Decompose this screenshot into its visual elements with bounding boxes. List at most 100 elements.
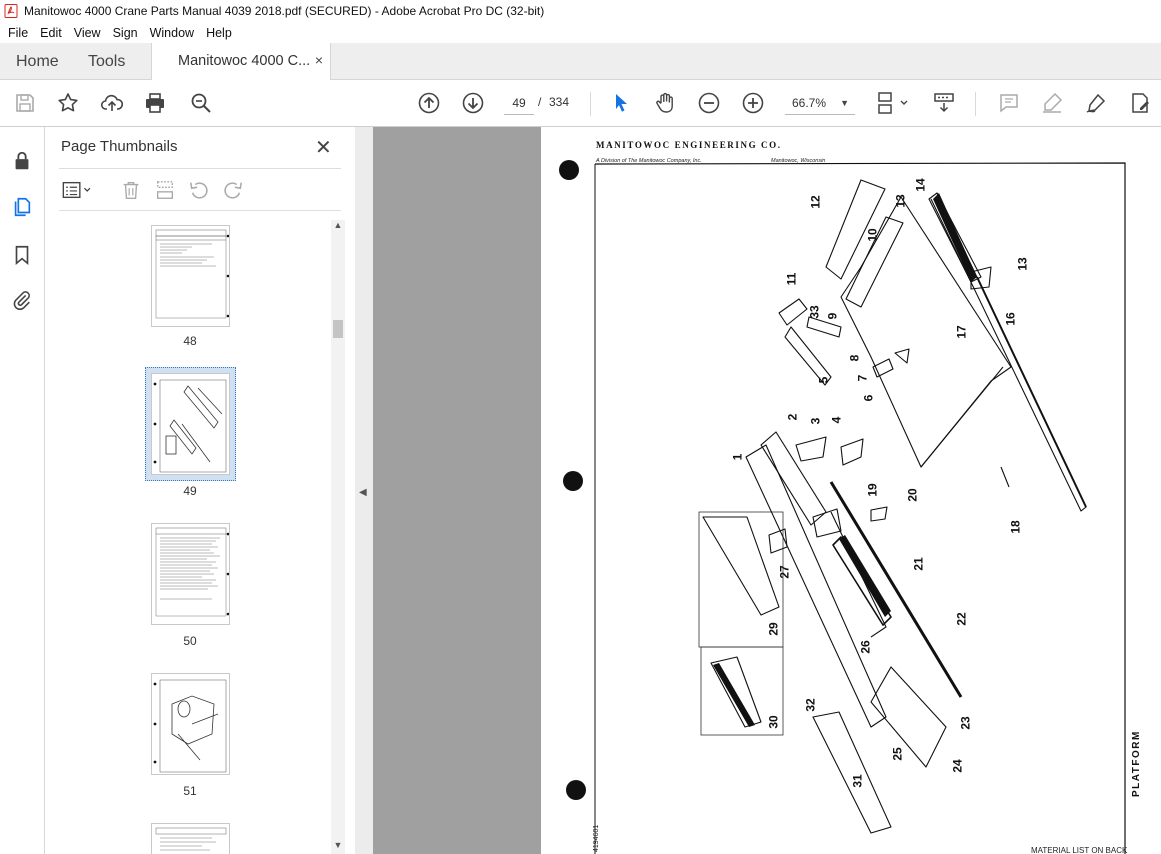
comment-icon[interactable]: [996, 90, 1022, 116]
callout-label: 33: [807, 305, 822, 319]
search-icon[interactable]: [188, 90, 214, 116]
callout-label: 23: [958, 716, 973, 730]
menu-sign[interactable]: Sign: [107, 26, 144, 40]
tab-document[interactable]: Manitowoc 4000 C... ×: [151, 43, 331, 81]
title-bar: Manitowoc 4000 Crane Parts Manual 4039 2…: [0, 0, 1161, 22]
document-viewer[interactable]: ◀ MANITOWOC ENGINEERING CO. A Division o…: [355, 127, 1161, 854]
rotate-right-icon[interactable]: [221, 178, 245, 202]
zoom-value: 66.7%: [792, 96, 827, 110]
thumbnail-label-50: 50: [183, 634, 197, 648]
menu-file[interactable]: File: [2, 26, 34, 40]
acrobat-app-icon: [4, 4, 18, 18]
platform-drawing-preview: [153, 379, 227, 473]
callout-label: 11: [784, 272, 799, 286]
callout-label: 25: [890, 747, 905, 761]
scroll-mode-icon[interactable]: [931, 90, 957, 116]
callout-label: 14: [913, 178, 928, 192]
page-separator: /: [538, 95, 542, 109]
panel-title: Page Thumbnails: [61, 138, 178, 155]
callout-label: 12: [808, 195, 823, 209]
scroll-down-icon[interactable]: ▼: [331, 840, 345, 854]
thumbnail-label-51: 51: [183, 784, 197, 798]
arrow-up-circle-icon[interactable]: [416, 90, 442, 116]
callout-label: 4: [829, 416, 844, 424]
thumbnail-page-52[interactable]: [151, 823, 230, 854]
save-icon[interactable]: [12, 90, 38, 116]
menu-help[interactable]: Help: [200, 26, 238, 40]
upload-icon[interactable]: [99, 90, 125, 116]
edit-pdf-icon[interactable]: [1127, 90, 1153, 116]
callout-label: 22: [954, 612, 969, 626]
star-icon[interactable]: [55, 90, 81, 116]
page-display-icon[interactable]: [875, 90, 911, 116]
chevron-down-icon: ▼: [840, 98, 849, 108]
tab-home[interactable]: Home: [16, 43, 59, 80]
callout-label: 8: [847, 354, 862, 362]
callout-label: 20: [905, 488, 920, 502]
parts-list-preview: [155, 229, 230, 319]
menu-window[interactable]: Window: [144, 26, 200, 40]
arrow-down-circle-icon[interactable]: [460, 90, 486, 116]
page-thumbnails-icon[interactable]: [10, 195, 34, 219]
callout-label: 7: [855, 374, 870, 382]
callout-label: 19: [865, 483, 880, 497]
close-tab-icon[interactable]: ×: [315, 52, 323, 68]
close-icon[interactable]: ✕: [315, 135, 332, 160]
callout-label: 30: [766, 715, 781, 729]
toolbar-divider: [975, 92, 976, 116]
document-tab-label: Manitowoc 4000 C...: [178, 53, 311, 69]
callout-label: 24: [950, 759, 965, 773]
thumbnail-scrollbar[interactable]: ▲ ▼: [331, 220, 345, 854]
zoom-in-icon[interactable]: [740, 90, 766, 116]
document-drawing-code: 4194601: [593, 824, 600, 852]
tab-bar: Home Tools Manitowoc 4000 C... ×: [0, 43, 1161, 81]
callout-label: 2: [785, 413, 800, 421]
callout-label: 17: [954, 325, 969, 339]
bookmark-icon[interactable]: [10, 243, 34, 267]
lock-icon[interactable]: [10, 149, 34, 173]
parts-list-preview: [155, 827, 227, 851]
print-icon[interactable]: [142, 90, 168, 116]
hand-icon[interactable]: [652, 90, 678, 116]
callout-label: 13: [1015, 257, 1030, 271]
thumbnail-page-49[interactable]: [151, 373, 230, 475]
zoom-select[interactable]: 66.7% ▼: [785, 91, 855, 115]
thumbnail-options-icon[interactable]: [60, 178, 96, 202]
thumbnail-page-51[interactable]: [151, 673, 230, 775]
zoom-out-icon[interactable]: [696, 90, 722, 116]
callout-label: 16: [1003, 312, 1018, 326]
assembly-drawing-preview: [153, 679, 227, 773]
thumbnail-page-50[interactable]: [151, 523, 230, 625]
menu-edit[interactable]: Edit: [34, 26, 68, 40]
tab-tools[interactable]: Tools: [88, 43, 125, 80]
callout-label: 32: [803, 698, 818, 712]
page-number-input[interactable]: 49: [504, 91, 534, 115]
document-header: MANITOWOC ENGINEERING CO.: [596, 140, 782, 150]
parts-list-preview: [155, 527, 230, 617]
platform-parts-drawing: [559, 160, 1126, 854]
callout-label: 6: [861, 394, 876, 402]
window-title: Manitowoc 4000 Crane Parts Manual 4039 2…: [24, 4, 545, 18]
callout-label: 21: [911, 557, 926, 571]
scroll-up-icon[interactable]: ▲: [331, 220, 345, 234]
rotate-left-icon[interactable]: [187, 178, 211, 202]
panel-divider: [59, 168, 341, 169]
collapse-left-icon[interactable]: ◀: [359, 487, 367, 498]
scrollbar-thumb[interactable]: [333, 320, 343, 338]
extract-page-icon[interactable]: [153, 178, 177, 202]
document-subheader-left: A Division of The Manitowoc Company, Inc…: [596, 158, 702, 164]
callout-label: 26: [858, 640, 873, 654]
callout-label: 3: [808, 417, 823, 425]
callout-label: 5: [816, 376, 831, 384]
thumbnail-page-48[interactable]: [151, 225, 230, 327]
panel-collapse-strip[interactable]: ◀: [355, 127, 373, 854]
page-thumbnails-panel: Page Thumbnails ✕ 48 49 50 51 ▲ ▼: [45, 127, 355, 854]
pointer-icon[interactable]: [608, 90, 634, 116]
attachment-icon[interactable]: [10, 288, 34, 312]
delete-page-icon[interactable]: [119, 178, 143, 202]
document-subheader-right: Manitowoc, Wisconsin: [771, 158, 826, 164]
highlight-icon[interactable]: [1039, 90, 1065, 116]
sign-icon[interactable]: [1083, 90, 1109, 116]
toolbar-divider: [590, 92, 591, 116]
menu-view[interactable]: View: [68, 26, 107, 40]
